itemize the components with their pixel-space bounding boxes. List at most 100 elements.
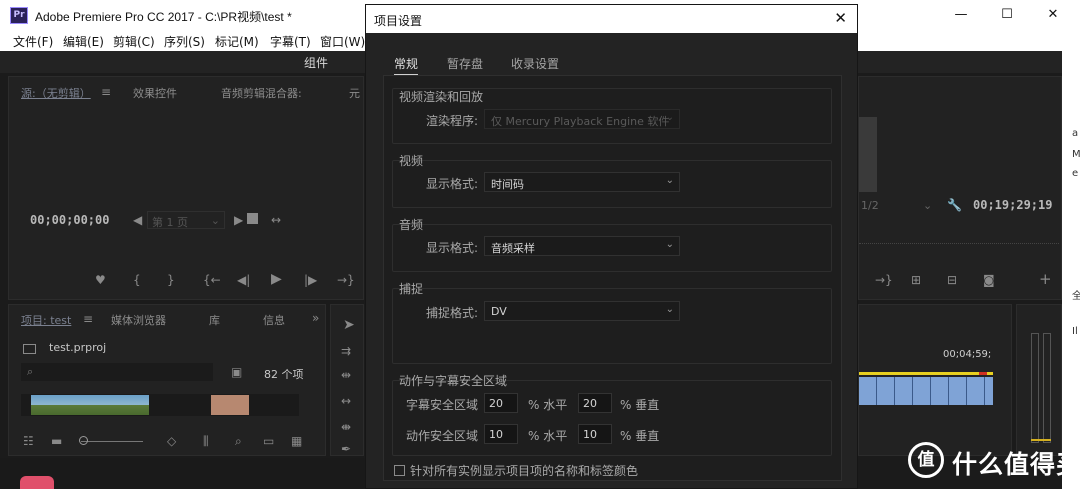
tab-info[interactable]: 信息 [263,312,285,328]
list-view-icon[interactable]: ☷ [23,435,34,447]
zoom-slider[interactable] [81,441,143,442]
title-safe-vertical-input[interactable]: 20 [578,393,612,413]
tab-more[interactable]: 元 [349,85,360,101]
step-forward-icon[interactable]: |▶ [304,274,317,286]
action-safe-horizontal-input[interactable]: 10 [484,424,518,444]
project-search-input[interactable]: ⌕ [21,363,213,381]
audio-display-select[interactable]: 音频采样 ⌄ [484,236,680,256]
page-select[interactable]: 第 1 页 ⌄ [147,211,225,229]
tab-media-browser[interactable]: 媒体浏览器 [111,312,166,328]
menu-file[interactable]: 文件(F) [13,33,53,50]
playhead-marker[interactable] [979,372,987,375]
capture-group [392,288,832,364]
selection-tool-icon[interactable]: ➤ [343,318,355,332]
icon-view-icon[interactable]: ▬ [51,435,62,447]
page-select-value: 第 1 页 [152,216,188,229]
thumbnail-strip [21,394,299,416]
group-title: 动作与字幕安全区域 [399,374,508,388]
play-icon[interactable]: ▶ [271,272,282,286]
program-timecode[interactable]: 00;19;29;19 [973,198,1052,212]
menu-title[interactable]: 字幕(T) [270,33,311,50]
background-window-strip [1062,51,1080,489]
new-item-icon[interactable]: ▦ [291,435,302,447]
ripple-edit-icon[interactable]: ⇹ [341,369,351,381]
camera-icon[interactable]: ◙ [983,274,995,286]
mark-in-icon[interactable]: { [133,274,141,286]
tab-ingest-settings[interactable]: 收录设置 [511,55,559,72]
next-page-icon[interactable]: ▶ [234,214,243,226]
find-icon[interactable]: ⌕ [235,435,242,447]
watermark-logo: 值 [908,442,944,478]
go-to-out-icon[interactable]: →} [875,274,893,286]
menu-clip[interactable]: 剪辑(C) [113,33,155,50]
work-area-bar[interactable] [859,372,993,375]
menu-marker[interactable]: 标记(M) [215,33,259,50]
menu-sequence[interactable]: 序列(S) [164,33,205,50]
program-monitor-panel: 1/2 ⌄ 🔧 00;19;29;19 →} ⊞ ⊟ ◙ + [858,76,1062,300]
clip-thumbnail[interactable] [211,395,249,415]
workspace-tab[interactable]: 组件 [304,54,328,71]
more-tabs-icon[interactable]: » [312,312,319,324]
tab-project[interactable]: 项目: test [21,312,71,328]
action-safe-vertical-input[interactable]: 10 [578,424,612,444]
automate-icon[interactable]: ⫼ [203,435,209,447]
video-clips-track[interactable] [859,377,993,405]
track-select-icon[interactable]: ⇉ [341,345,351,357]
sort-icon[interactable]: ◇ [167,435,176,447]
action-safe-label: 动作安全区域 [406,429,479,443]
tab-general[interactable]: 常规 [394,55,419,75]
timeline-panel: 00;04;59; [858,304,1012,456]
extract-icon[interactable]: ⊟ [947,274,957,286]
menu-window[interactable]: 窗口(W) [320,33,365,50]
new-bin-icon[interactable]: ▭ [263,435,274,447]
source-timecode[interactable]: 00;00;00;00 [30,213,109,227]
panel-menu-icon[interactable]: ≡ [83,313,93,325]
tab-source[interactable]: 源:（无剪辑） [21,85,91,101]
prev-page-icon[interactable]: ◀ [133,214,142,226]
maximize-icon[interactable]: ☐ [984,0,1030,31]
bin-icon[interactable]: ▣ [231,366,242,378]
tab-libraries[interactable]: 库 [209,312,220,328]
resolution-select[interactable]: 1/2 [861,199,879,212]
show-names-label-colors-checkbox[interactable] [394,465,405,476]
rate-stretch-icon[interactable]: ↔ [341,395,351,407]
background-text: M [1072,149,1080,160]
panel-menu-icon[interactable]: ≡ [101,86,111,98]
lift-icon[interactable]: ⊞ [911,274,921,286]
renderer-select: 仅 Mercury Playback Engine 软件 ⌄ [484,109,680,129]
slip-tool-icon[interactable]: ⇼ [341,421,351,433]
video-display-select[interactable]: 时间码 ⌄ [484,172,680,192]
tab-audio-clip-mixer[interactable]: 音频剪辑混合器: [221,85,302,101]
step-back-icon[interactable]: ◀| [237,274,250,286]
group-title: 捕捉 [399,282,424,296]
vertical-unit: % 垂直 [620,429,660,443]
item-count: 82 个项 [264,368,304,381]
wrench-icon[interactable]: 🔧 [947,199,962,211]
close-icon[interactable]: ✕ [1030,0,1076,31]
stop-icon[interactable] [247,213,258,224]
chevron-down-icon: ⌄ [665,304,674,315]
taskbar-app-icon[interactable] [20,476,54,489]
go-to-in-icon[interactable]: {← [203,274,221,286]
tab-effect-controls[interactable]: 效果控件 [133,85,177,101]
go-to-out-icon[interactable]: →} [337,274,355,286]
fit-icon[interactable]: ↔ [271,214,281,226]
audio-display-label: 显示格式: [426,241,479,255]
menu-edit[interactable]: 编辑(E) [63,33,104,50]
capture-format-select[interactable]: DV ⌄ [484,301,680,321]
minimize-icon[interactable]: — [938,0,984,31]
pen-tool-icon[interactable]: ✒ [341,443,351,455]
capture-format-label: 捕捉格式: [426,306,479,320]
background-text: 全 [1072,291,1080,302]
mark-out-icon[interactable]: } [167,274,175,286]
marker-icon[interactable]: ♥ [95,274,106,286]
title-safe-horizontal-input[interactable]: 20 [484,393,518,413]
zoom-slider-handle[interactable] [79,436,88,445]
folder-icon [23,344,36,354]
search-icon: ⌕ [27,365,34,378]
tab-scratch-disks[interactable]: 暂存盘 [447,55,483,72]
add-button-icon[interactable]: + [1039,272,1052,287]
project-settings-dialog: 项目设置 ✕ 常规 暂存盘 收录设置 视频渲染和回放 渲染程序: 仅 Mercu… [365,4,858,489]
close-icon[interactable]: ✕ [834,9,847,27]
clip-thumbnail[interactable] [31,395,149,415]
